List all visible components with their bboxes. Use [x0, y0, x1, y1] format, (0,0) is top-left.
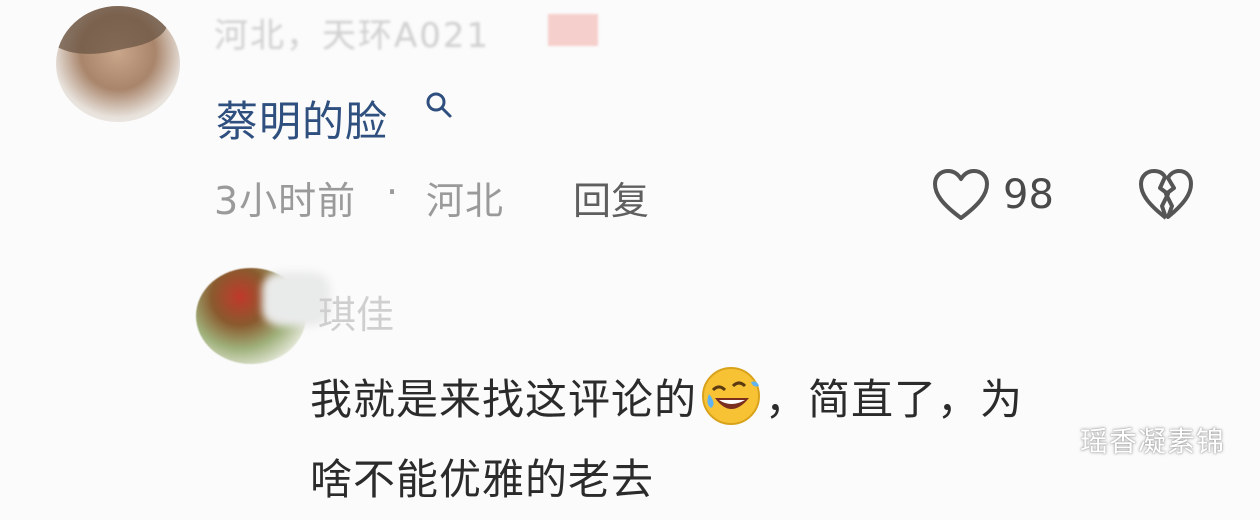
flag-icon [548, 14, 598, 46]
rolling-on-floor-laughing-emoji-icon [702, 367, 761, 425]
avatar[interactable] [56, 6, 180, 122]
watermark: 瑶香凝素锦 [1080, 425, 1226, 458]
search-icon[interactable] [424, 90, 454, 120]
broken-heart-icon[interactable] [1138, 168, 1194, 222]
heart-outline-icon[interactable] [932, 168, 990, 222]
comment-text-part: ，简直了，为 [765, 375, 1024, 424]
comment-text-part: 我就是来找这评论的 [310, 375, 698, 424]
comment-username[interactable]: 琪佳 [318, 284, 394, 339]
meta-separator: · [386, 170, 400, 214]
comment-username[interactable]: 河北，天环A021 [214, 8, 490, 57]
reply-button[interactable]: 回复 [573, 170, 649, 225]
like-count: 98 [1003, 172, 1054, 218]
comment-text: 我就是来找这评论的 ，简直了，为 啥不能优雅的老去 [310, 360, 1190, 520]
comment-time: 3小时前 [214, 179, 357, 223]
comment-text-line: 啥不能优雅的老去 [310, 455, 655, 504]
comment-text-link[interactable]: 蔡明的脸 [216, 88, 388, 149]
comment-location: 河北 [426, 179, 505, 223]
